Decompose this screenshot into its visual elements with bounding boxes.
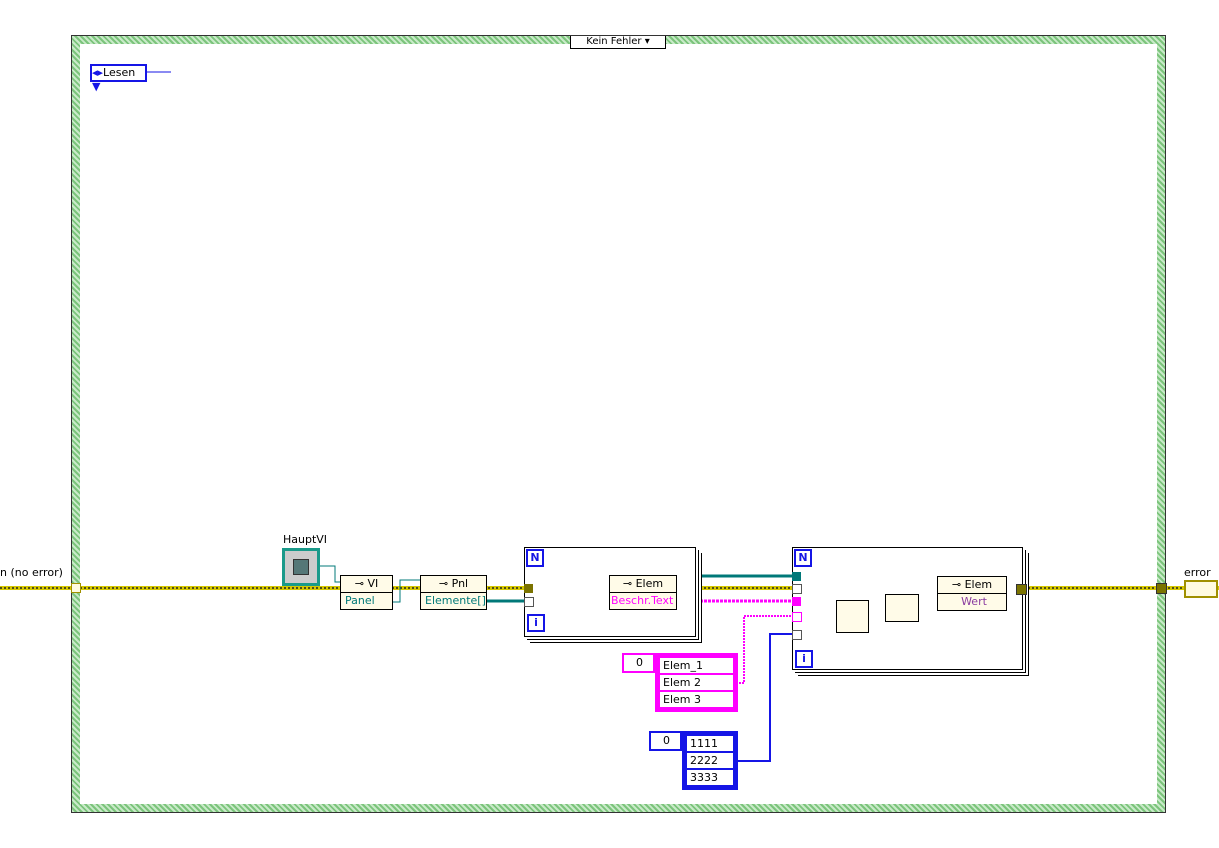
- array-element[interactable]: Elem 3: [660, 692, 733, 707]
- error-tunnel: [792, 584, 802, 594]
- array-element[interactable]: Elem 2: [660, 675, 733, 690]
- error-out-indicator[interactable]: [1184, 580, 1218, 598]
- error-in-label: n (no error): [0, 566, 63, 579]
- auto-index-tunnel: [524, 597, 534, 607]
- array-element[interactable]: Elem_1: [660, 658, 733, 673]
- string-array-tunnel: [792, 612, 802, 622]
- error-tunnel-in: [71, 583, 81, 593]
- numeric-array-constant: 1111 2222 3333: [682, 731, 738, 790]
- string-array-index[interactable]: 0: [622, 653, 655, 673]
- error-shift-tunnel: [524, 584, 533, 593]
- mode-enum-constant[interactable]: ◂▸Lesen ▼: [90, 64, 147, 93]
- search-array-node[interactable]: [836, 600, 869, 633]
- wires: [0, 71, 1219, 762]
- index-array-node[interactable]: [885, 594, 919, 622]
- reference-tunnel: [792, 572, 801, 581]
- elem-property-write-node[interactable]: ⊸ Elem Wert: [937, 576, 1007, 611]
- vi-property-node[interactable]: ⊸ VI Panel: [340, 575, 393, 610]
- array-element[interactable]: 2222: [687, 753, 733, 768]
- array-element[interactable]: 1111: [687, 736, 733, 751]
- elem-property-read-node[interactable]: ⊸ Elem Beschr.Text: [609, 575, 677, 610]
- error-tunnel-out: [1156, 583, 1167, 594]
- panel-property-node[interactable]: ⊸ Pnl Elemente[]: [420, 575, 487, 610]
- array-element[interactable]: 3333: [687, 770, 733, 785]
- loop-count-terminal[interactable]: N: [794, 549, 812, 567]
- loop-iteration-terminal: i: [795, 650, 813, 668]
- error-tunnel-out: [1016, 584, 1027, 595]
- string-array-constant: Elem_1 Elem 2 Elem 3: [655, 653, 738, 712]
- string-tunnel: [792, 597, 801, 606]
- vi-reference-icon[interactable]: [282, 548, 320, 586]
- loop-iteration-terminal: i: [527, 614, 545, 632]
- numeric-array-index[interactable]: 0: [649, 731, 682, 751]
- numeric-array-tunnel: [792, 630, 802, 640]
- vi-reference-label: HauptVI: [283, 533, 328, 546]
- loop-count-terminal[interactable]: N: [526, 549, 544, 567]
